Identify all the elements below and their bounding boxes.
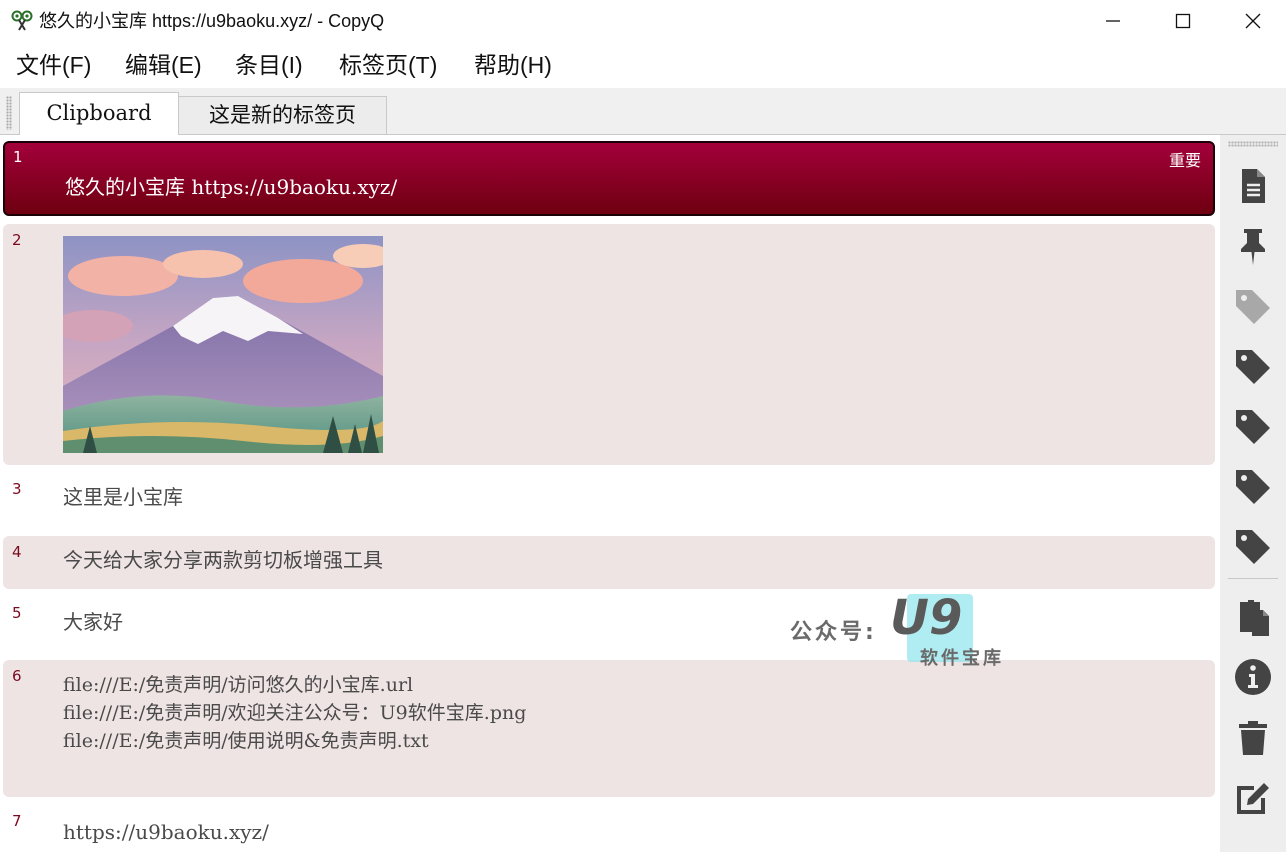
item-text: 大家好 — [63, 610, 123, 634]
maximize-button[interactable] — [1148, 0, 1218, 42]
minimize-button[interactable] — [1078, 0, 1148, 42]
row-number: 7 — [12, 812, 22, 830]
item-tag: 重要 — [1168, 151, 1201, 170]
watermark-subtitle: 软件宝库 — [920, 648, 1004, 669]
row-number: 6 — [12, 667, 22, 685]
row-number: 1 — [13, 148, 23, 166]
menu-item[interactable]: 条目(I) — [235, 51, 303, 79]
row-number: 2 — [12, 231, 22, 249]
tag-button[interactable] — [1229, 402, 1277, 450]
title-bar: 悠久的小宝库 https://u9baoku.xyz/ - CopyQ — [0, 0, 1286, 42]
tag-icon-disabled — [1236, 290, 1270, 324]
list-item[interactable]: 7 https://u9baoku.xyz/ — [3, 805, 1215, 852]
menu-file[interactable]: 文件(F) — [16, 51, 91, 79]
watermark-prefix: 公众号: — [790, 620, 877, 645]
item-text: 这里是小宝库 — [63, 485, 183, 509]
pin-button[interactable] — [1229, 222, 1277, 270]
paste-button[interactable] — [1229, 593, 1277, 641]
watermark-logo-text: U9 — [890, 590, 963, 646]
list-item[interactable]: 6 file:///E:/免责声明/访问悠久的小宝库.url file:///E… — [3, 660, 1215, 797]
item-text: 悠久的小宝库 https://u9baoku.xyz/ — [65, 175, 398, 199]
row-number: 5 — [12, 604, 22, 622]
delete-button[interactable] — [1229, 713, 1277, 761]
menu-help[interactable]: 帮助(H) — [474, 51, 552, 79]
row-number: 4 — [12, 543, 22, 561]
edit-icon — [1237, 783, 1269, 814]
close-button[interactable] — [1218, 0, 1286, 42]
toolbar-grip[interactable] — [1228, 141, 1278, 147]
tag-button[interactable] — [1229, 522, 1277, 570]
tag-button[interactable] — [1229, 342, 1277, 390]
list-item[interactable]: 2 — [3, 224, 1215, 465]
list-item[interactable]: 4 今天给大家分享两款剪切板增强工具 — [3, 536, 1215, 589]
clipboard-list[interactable]: 1 重要 悠久的小宝库 https://u9baoku.xyz/ 2 3 这里是… — [0, 135, 1220, 852]
new-item-button[interactable] — [1229, 162, 1277, 210]
tab-clipboard[interactable]: Clipboard — [19, 92, 179, 136]
item-toolbar — [1220, 135, 1286, 852]
menu-bar: 文件(F) 编辑(E) 条目(I) 标签页(T) 帮助(H) — [0, 42, 1286, 88]
tab-new[interactable]: 这是新的标签页 — [179, 96, 387, 135]
pin-icon — [1241, 229, 1265, 265]
tag-icon — [1236, 470, 1270, 504]
tag-icon — [1236, 350, 1270, 384]
toolbar-separator — [1228, 578, 1278, 579]
info-icon — [1235, 659, 1271, 695]
tab-bar: Clipboard 这是新的标签页 — [0, 88, 1286, 136]
tag-icon — [1236, 410, 1270, 444]
file-path-line: file:///E:/免责声明/访问悠久的小宝库.url — [63, 674, 414, 696]
list-item[interactable]: 5 大家好 — [3, 597, 1215, 653]
item-text: https://u9baoku.xyz/ — [63, 820, 269, 844]
tag-icon — [1236, 530, 1270, 564]
file-path-line: file:///E:/免责声明/欢迎关注公众号：U9软件宝库.png — [63, 702, 527, 724]
menu-tabs[interactable]: 标签页(T) — [339, 51, 437, 79]
minimize-icon — [1106, 20, 1120, 22]
maximize-icon — [1175, 13, 1191, 29]
mountain-landscape-image — [63, 236, 383, 453]
new-item-icon — [1242, 169, 1265, 203]
item-text: 今天给大家分享两款剪切板增强工具 — [63, 548, 383, 572]
edit-button[interactable] — [1229, 773, 1277, 821]
info-button[interactable] — [1229, 653, 1277, 701]
file-path-line: file:///E:/免责声明/使用说明&免责声明.txt — [63, 730, 429, 752]
list-item[interactable]: 3 这里是小宝库 — [3, 473, 1215, 529]
toolbar-grip[interactable] — [6, 96, 12, 130]
tag-button-disabled[interactable] — [1229, 282, 1277, 330]
list-item-selected[interactable]: 1 重要 悠久的小宝库 https://u9baoku.xyz/ — [3, 141, 1215, 216]
watermark-logo: 公众号: U9 软件宝库 — [790, 590, 1030, 670]
copyq-scissors-icon — [11, 10, 33, 31]
file-list: file:///E:/免责声明/访问悠久的小宝库.url file:///E:/… — [63, 671, 526, 755]
tag-button[interactable] — [1229, 462, 1277, 510]
menu-edit[interactable]: 编辑(E) — [125, 51, 202, 79]
row-number: 3 — [12, 480, 22, 498]
delete-icon — [1239, 721, 1267, 755]
window-title: 悠久的小宝库 https://u9baoku.xyz/ - CopyQ — [39, 11, 385, 31]
paste-icon — [1240, 600, 1269, 636]
close-icon — [1245, 13, 1261, 29]
